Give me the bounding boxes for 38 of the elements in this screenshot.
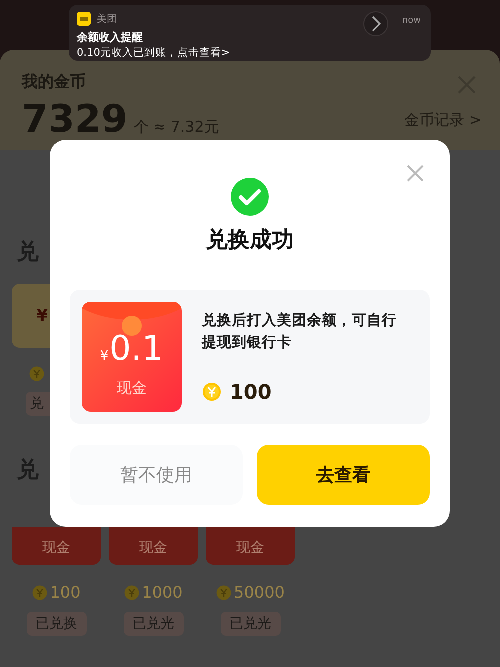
app-icon[interactable] [77, 12, 91, 26]
redeem-button[interactable]: 已兑光 [124, 612, 184, 636]
coin-cost: 100 [50, 583, 81, 602]
app-name: 美团 [97, 12, 117, 26]
prize-card[interactable]: ¥ [12, 284, 50, 348]
notification-body[interactable]: 0.10元收入已到账，点击查看> [77, 46, 423, 60]
prize-description: 兑换后打入美团余额，可自行提现到银行卡 [202, 311, 398, 353]
prize-card[interactable]: 现金 [109, 527, 198, 565]
notification-banner[interactable]: 美团 余额收入提醒 0.10元收入已到账，点击查看> now [69, 5, 431, 61]
redeem-button[interactable]: 已兑换 [26, 612, 86, 636]
coin-balance: 7329 [22, 99, 128, 139]
coin-icon [216, 584, 232, 600]
coin-cost: 100 [230, 380, 272, 404]
notification-title: 余额收入提醒 [77, 30, 144, 45]
seal-dot [122, 316, 142, 336]
currency-sign: ¥ [36, 306, 48, 325]
prize-card[interactable]: 现金 [206, 527, 295, 565]
coin-cost: 1000 [142, 583, 183, 602]
prize-label: 现金 [236, 539, 264, 557]
dialog-title: 兑换成功 [206, 227, 294, 255]
coin-icon [32, 584, 48, 600]
chevron-icon[interactable] [363, 11, 389, 37]
success-check-icon [231, 178, 269, 216]
redeem-button[interactable]: 已兑光 [220, 612, 280, 636]
coin-icon [124, 584, 140, 600]
view-button[interactable]: 去查看 [257, 445, 430, 505]
prize-label: 现金 [42, 539, 70, 557]
prize-card[interactable]: 现金 [12, 527, 101, 565]
prize-amount: 0.1 [110, 331, 164, 367]
coin-icon [29, 366, 45, 382]
coin-icon [202, 382, 222, 402]
prize-label: 现金 [117, 379, 147, 398]
later-button[interactable]: 暂不使用 [70, 445, 243, 505]
redeem-button[interactable]: 兑 [26, 392, 50, 416]
currency-sign: ¥ [100, 348, 109, 366]
coin-cost: 50000 [234, 583, 285, 602]
prize-label: 现金 [140, 539, 168, 557]
notification-time: now [402, 16, 421, 26]
